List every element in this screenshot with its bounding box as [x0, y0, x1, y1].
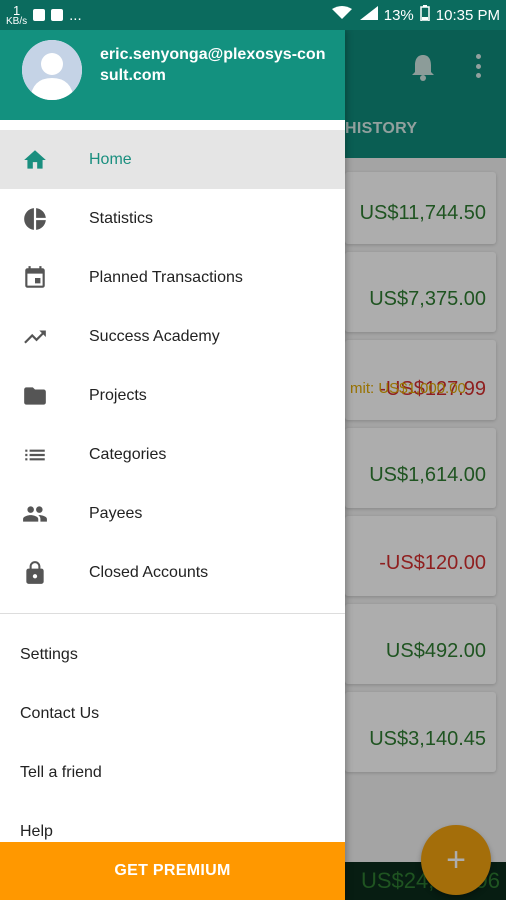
- nav-item-label: Projects: [89, 386, 147, 404]
- get-premium-button[interactable]: GET PREMIUM: [0, 842, 345, 900]
- home-icon: [22, 147, 48, 173]
- briefcase-icon: [33, 9, 46, 21]
- nav-item-label: Payees: [89, 504, 143, 522]
- avatar[interactable]: [22, 40, 82, 100]
- battery-icon: [420, 5, 430, 25]
- drawer-header: eric.senyonga@plexosys-consult.com: [0, 30, 345, 120]
- navigation-drawer: eric.senyonga@plexosys-consult.com Home …: [0, 30, 345, 900]
- wifi-icon: [331, 6, 352, 24]
- network-speed-value: 1: [12, 2, 21, 18]
- folder-icon: [22, 383, 48, 409]
- nav-item-projects[interactable]: Projects: [0, 366, 345, 425]
- pie-chart-icon: [22, 206, 48, 232]
- nav-item-success-academy[interactable]: Success Academy: [0, 307, 345, 366]
- user-email: eric.senyonga@plexosys-consult.com: [100, 46, 326, 84]
- network-speed: 1 KB/s: [6, 4, 27, 27]
- lock-icon: [22, 560, 48, 586]
- people-icon: [22, 501, 48, 527]
- drawer-nav: Home Statistics Planned Transactions Suc…: [0, 130, 345, 602]
- status-right: 13% 10:35 PM: [331, 5, 500, 25]
- nav-item-statistics[interactable]: Statistics: [0, 189, 345, 248]
- calendar-icon: [22, 265, 48, 291]
- nav-item-label: Planned Transactions: [89, 268, 243, 286]
- nav-item-payees[interactable]: Payees: [0, 484, 345, 543]
- status-bar: 1 KB/s ... 13% 10:35 PM: [0, 0, 506, 30]
- network-speed-unit: KB/s: [6, 15, 28, 27]
- signal-icon: [358, 6, 378, 24]
- nav-item-categories[interactable]: Categories: [0, 425, 345, 484]
- nav-item-home[interactable]: Home: [0, 130, 345, 189]
- mail-icon: [51, 9, 64, 21]
- drawer-divider: [0, 613, 345, 614]
- nav-item-planned-transactions[interactable]: Planned Transactions: [0, 248, 345, 307]
- nav-item-label: Statistics: [89, 209, 154, 227]
- status-left: 1 KB/s ...: [6, 4, 82, 27]
- nav-item-label: Categories: [89, 445, 167, 463]
- nav-item-label: Success Academy: [89, 327, 220, 345]
- list-icon: [22, 442, 48, 468]
- nav-item-label: Closed Accounts: [89, 563, 209, 581]
- more-notifications: ...: [69, 6, 82, 24]
- battery-percent: 13%: [383, 6, 414, 24]
- settings-link[interactable]: Settings: [0, 625, 345, 684]
- tell-a-friend-link[interactable]: Tell a friend: [0, 743, 345, 802]
- drawer-secondary: Settings Contact Us Tell a friend Help: [0, 625, 345, 861]
- nav-item-label: Home: [89, 150, 132, 168]
- contact-us-link[interactable]: Contact Us: [0, 684, 345, 743]
- trending-up-icon: [22, 324, 48, 350]
- nav-item-closed-accounts[interactable]: Closed Accounts: [0, 543, 345, 602]
- clock: 10:35 PM: [435, 6, 500, 24]
